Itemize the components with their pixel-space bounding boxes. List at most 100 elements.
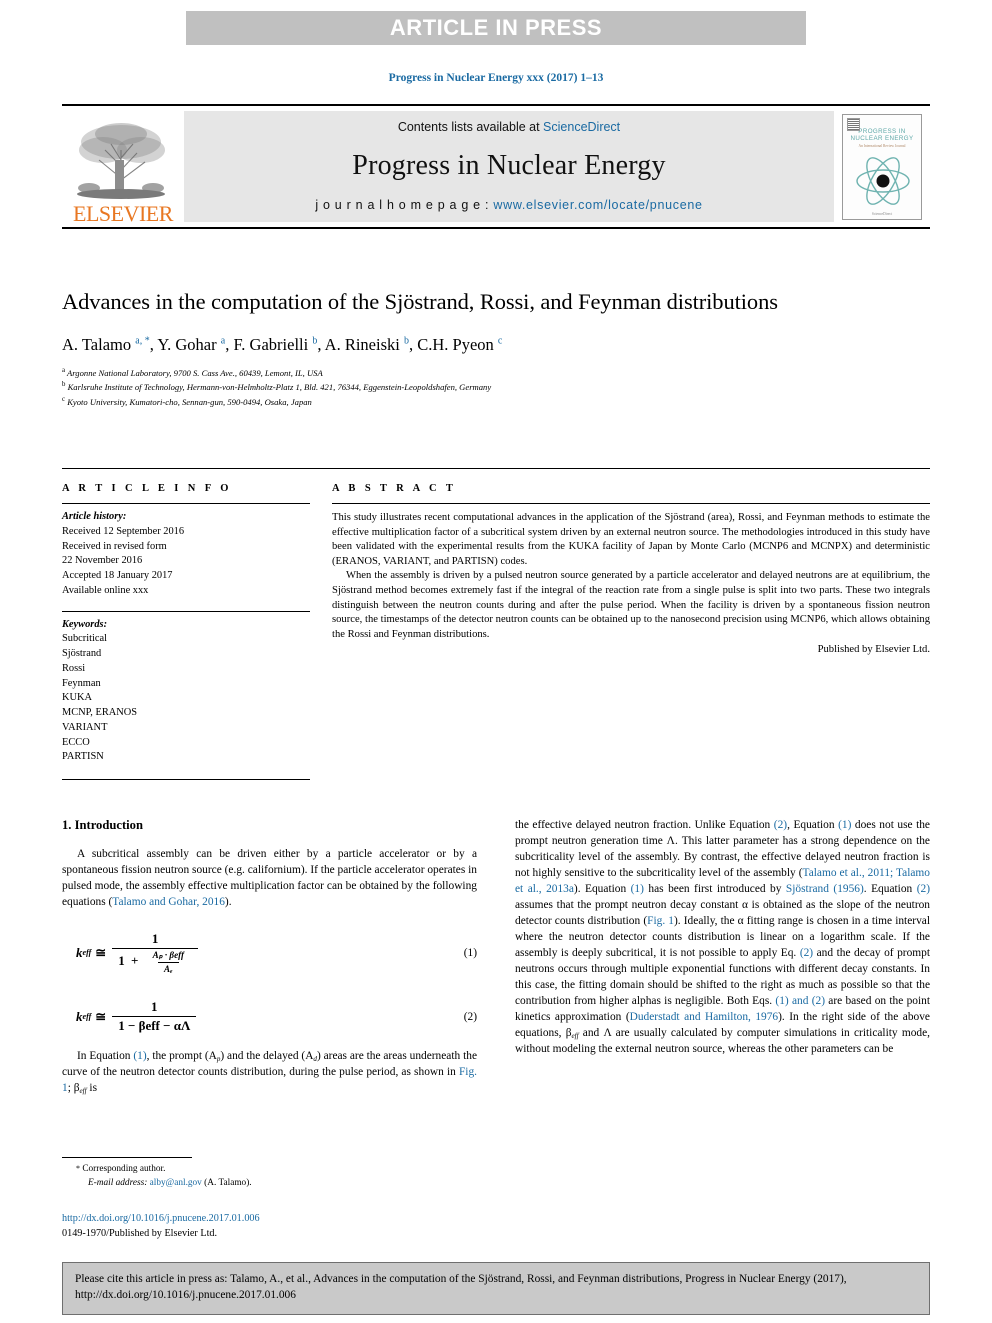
equation-link-2b[interactable]: (2)	[917, 883, 930, 895]
rt4: ). Equation	[573, 882, 631, 895]
equation-link-1a[interactable]: (1)	[838, 819, 851, 831]
contents-prefix-label: Contents lists available at	[397, 120, 544, 134]
p2-text-c: ) and the delayed (A	[220, 1049, 314, 1062]
history-item: Received 12 September 2016	[62, 525, 185, 537]
eq2-denominator: 1 − βeff − αΛ	[112, 1016, 197, 1034]
equation-link-1[interactable]: (1)	[133, 1050, 146, 1062]
intro-text-b: ).	[224, 895, 232, 908]
affiliation-text: Kyoto University, Kumatori-cho, Sennan-g…	[67, 396, 312, 407]
history-item: Received in revised form	[62, 540, 167, 552]
author-marks: a, *	[135, 335, 150, 347]
abstract-paragraph: When the assembly is driven by a pulsed …	[332, 570, 930, 640]
intro-paragraph-1: A subcritical assembly can be driven eit…	[62, 847, 477, 911]
keyword-item: Subcritical	[62, 633, 108, 645]
author-name: Y. Gohar	[157, 334, 217, 354]
email-label: E-mail address:	[88, 1177, 148, 1188]
title-block: Advances in the computation of the Sjöst…	[62, 288, 930, 409]
eq1-inner-num: Aₚ · βeff	[152, 950, 184, 961]
citation-footer-box: Please cite this article in press as: Ta…	[62, 1262, 930, 1315]
citation-duderstadt-hamilton-1976[interactable]: Duderstadt and Hamilton, 1976	[630, 1011, 779, 1023]
equation-1-number: (1)	[463, 946, 477, 959]
doi-link[interactable]: http://dx.doi.org/10.1016/j.pnucene.2017…	[62, 1212, 477, 1227]
homepage-url-link[interactable]: www.elsevier.com/locate/pnucene	[493, 198, 702, 212]
atom-icon	[856, 157, 910, 205]
footnote-block: * Corresponding author. E-mail address: …	[62, 1157, 477, 1191]
author-sep: ,	[408, 334, 418, 354]
cover-image: PROGRESS IN NUCLEAR ENERGY An Internatio…	[842, 113, 922, 220]
p2-text-e: ; β	[67, 1081, 80, 1094]
sciencedirect-link[interactable]: ScienceDirect	[543, 120, 620, 134]
keywords-block: Keywords: Subcritical Sjöstrand Rossi Fe…	[62, 612, 310, 766]
info-abstract-panel: A R T I C L E I N F O Article history: R…	[62, 468, 930, 781]
eq2-numerator: 1	[151, 999, 158, 1015]
keywords-rule-bottom	[62, 779, 310, 781]
cover-subtitle: An International Review Journal	[858, 144, 906, 148]
equation-link-2c[interactable]: (2)	[800, 947, 813, 959]
corresponding-author-label: Corresponding author.	[80, 1164, 166, 1174]
contents-available-line: Contents lists available at ScienceDirec…	[398, 120, 620, 134]
equation-link-2a[interactable]: (2)	[774, 819, 787, 831]
citation-sjostrand-1956[interactable]: Sjöstrand (1956)	[786, 883, 864, 895]
author-name: F. Gabrielli	[233, 334, 309, 354]
author-name: C.H. Pyeon	[417, 334, 494, 354]
affiliation-item: a Argonne National Laboratory, 9700 S. C…	[62, 366, 930, 380]
keyword-item: VARIANT	[62, 721, 108, 733]
eq1-numerator: 1	[151, 931, 159, 947]
journal-title: Progress in Nuclear Energy	[352, 150, 666, 181]
email-link[interactable]: alby@anl.gov	[150, 1178, 202, 1188]
rt-sub-eff: eff	[571, 1031, 579, 1040]
elsevier-wordmark: ELSEVIER	[73, 201, 173, 226]
body-left-column: 1. Introduction A subcritical assembly c…	[62, 818, 477, 1097]
equation-2-number: (2)	[463, 1010, 477, 1023]
issn-line: 0149-1970/Published by Elsevier Ltd.	[62, 1227, 218, 1239]
author-sep: ,	[317, 334, 325, 354]
affiliation-text: Argonne National Laboratory, 9700 S. Cas…	[67, 368, 323, 379]
equation-link-1-and-2[interactable]: (1) and (2)	[775, 995, 825, 1007]
eq1-denominator: 1 + Aₚ · βeff Aₑ	[112, 948, 198, 974]
elsevier-tree-icon	[77, 123, 165, 199]
p2-text-f: is	[86, 1081, 98, 1094]
email-owner: (A. Talamo).	[201, 1177, 252, 1188]
elsevier-logo: ELSEVIER	[62, 106, 184, 227]
article-in-press-banner: ARTICLE IN PRESS	[186, 11, 806, 45]
keyword-item: MCNP, ERANOS	[62, 707, 138, 719]
homepage-label: j o u r n a l h o m e p a g e :	[315, 198, 494, 212]
right-column-paragraph: the effective delayed neutron fraction. …	[515, 818, 930, 1058]
author-name: A. Rineiski	[324, 334, 400, 354]
affiliation-list: a Argonne National Laboratory, 9700 S. C…	[62, 366, 930, 409]
corresponding-author-line: * Corresponding author.	[62, 1163, 477, 1177]
eq2-fraction: 1 1 − βeff − αΛ	[112, 999, 197, 1034]
journal-reference-line: Progress in Nuclear Energy xxx (2017) 1–…	[388, 72, 604, 84]
figure-link-1b[interactable]: Fig. 1	[647, 915, 674, 927]
keyword-item: Feynman	[62, 677, 101, 689]
abstract-body: This study illustrates recent computatio…	[332, 504, 930, 658]
equation-link-1b[interactable]: (1)	[631, 883, 644, 895]
author-entry: Y. Gohar a	[157, 335, 225, 354]
author-entry: C.H. Pyeon c	[417, 335, 502, 354]
article-history-block: Article history: Received 12 September 2…	[62, 504, 310, 599]
info-bottom-spacer	[62, 765, 310, 779]
abstract-paragraph: This study illustrates recent computatio…	[332, 512, 930, 567]
journal-masthead: ELSEVIER Contents lists available at Sci…	[62, 104, 930, 229]
cover-title-line2: NUCLEAR ENERGY	[850, 135, 914, 143]
p2-sub-eff: eff	[79, 1086, 87, 1095]
paper-page: ARTICLE IN PRESS Progress in Nuclear Ene…	[0, 0, 992, 1323]
article-info-column: A R T I C L E I N F O Article history: R…	[62, 469, 332, 781]
rt2: , Equation	[787, 819, 839, 831]
author-entry: A. Rineiski b	[325, 335, 409, 354]
article-history-label: Article history:	[62, 511, 127, 522]
citation-talamo-gohar-2016[interactable]: Talamo and Gohar, 2016	[112, 896, 225, 908]
journal-cover-thumbnail: PROGRESS IN NUCLEAR ENERGY An Internatio…	[834, 106, 930, 227]
eq1-relation: ≅	[95, 944, 107, 960]
masthead-center-panel: Contents lists available at ScienceDirec…	[184, 111, 834, 222]
eq2-relation: ≅	[95, 1008, 107, 1024]
eq1-lhs-sub: eff	[82, 948, 92, 958]
equation-2-math: k eff ≅ 1 1 − βeff − αΛ	[76, 999, 198, 1034]
author-name: A. Talamo	[62, 334, 132, 354]
abstract-published-by: Published by Elsevier Ltd.	[817, 644, 930, 656]
equation-1-row: k eff ≅ 1 1 + Aₚ · βeff Aₑ (1)	[62, 931, 477, 975]
doi-issn-block: http://dx.doi.org/10.1016/j.pnucene.2017…	[62, 1212, 477, 1242]
citation-footer-text: Please cite this article in press as: Ta…	[75, 1273, 847, 1301]
body-right-column: the effective delayed neutron fraction. …	[515, 818, 930, 1097]
article-in-press-label: ARTICLE IN PRESS	[389, 15, 603, 40]
